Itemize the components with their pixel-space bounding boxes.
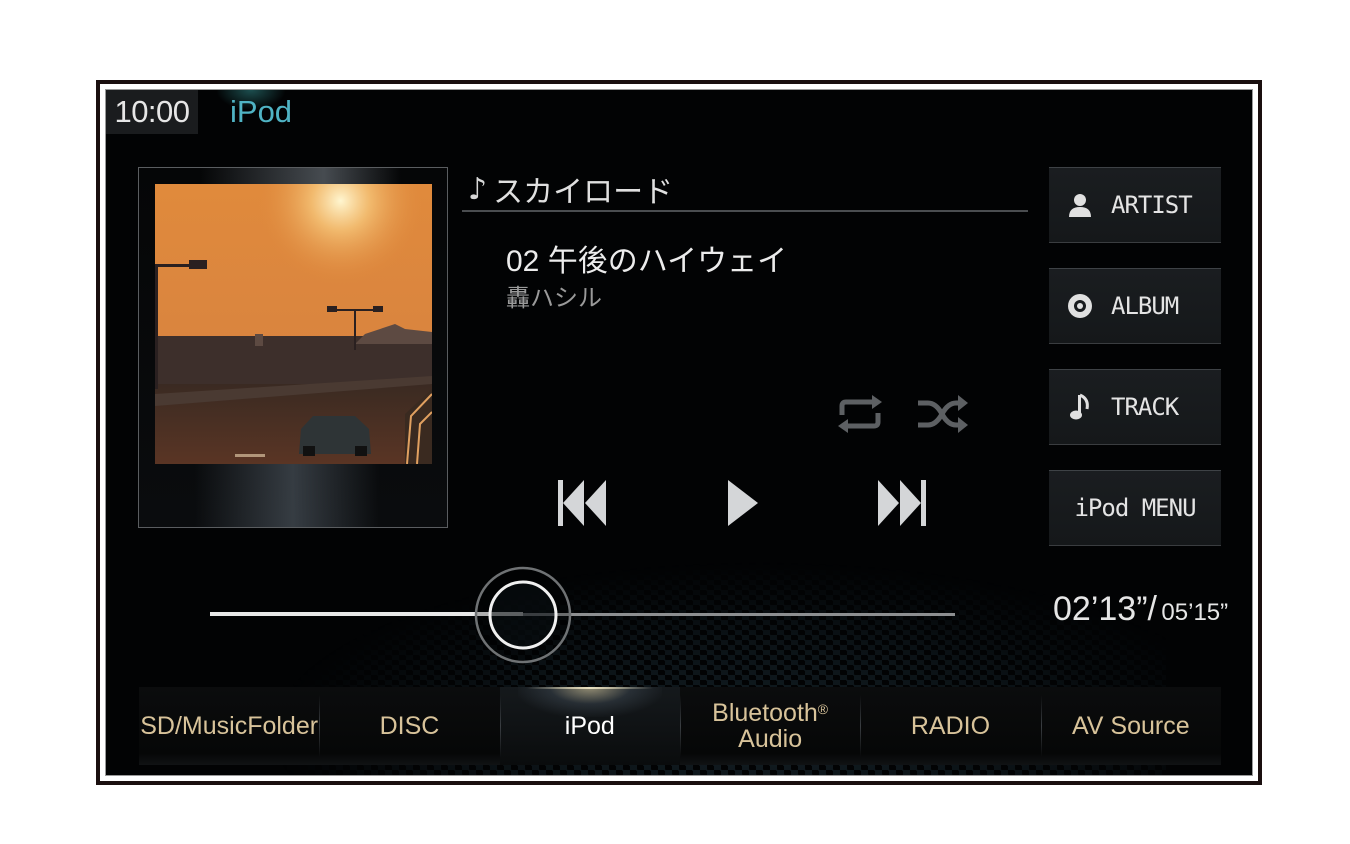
head-unit-screen: 10:00 iPod ♪ スカイロード 02 午後のハイウェイ 轟ハシル 02’… — [105, 89, 1253, 776]
track-name: 午後のハイウェイ — [547, 245, 788, 278]
seek-handle[interactable] — [473, 565, 573, 665]
ipod-menu-button-label: iPod MENU — [1074, 494, 1196, 522]
music-note-icon: ♪ — [468, 171, 488, 207]
seek-handle-icon — [474, 566, 572, 664]
repeat-icon — [838, 395, 882, 433]
source-tab-av-source[interactable]: AV Source — [1040, 687, 1221, 765]
artist-name: 轟ハシル — [506, 284, 602, 312]
disc-icon — [1049, 293, 1111, 319]
source-tab-disc[interactable]: DISC — [319, 687, 500, 765]
trademark-symbol: ® — [817, 701, 829, 717]
current-source-title: iPod — [230, 94, 293, 129]
source-tab-radio[interactable]: RADIO — [860, 687, 1041, 765]
album-button-label: ALBUM — [1111, 292, 1179, 320]
source-tab-label: iPod — [564, 712, 615, 740]
shuffle-button[interactable] — [916, 393, 970, 439]
bluetooth-label-line2: Audio — [738, 725, 803, 753]
artist-button-label: ARTIST — [1111, 191, 1193, 219]
repeat-button[interactable] — [834, 393, 886, 439]
play-button[interactable] — [726, 478, 760, 532]
source-tab-sd-musicfolder[interactable]: SD/MusicFolder — [139, 687, 320, 765]
shuffle-icon — [918, 395, 968, 433]
previous-track-button[interactable] — [556, 478, 608, 532]
active-tab-indicator — [526, 687, 653, 689]
time-separator: / — [1147, 590, 1157, 628]
track-number: 02 — [506, 245, 540, 278]
track-button[interactable]: TRACK — [1049, 369, 1221, 445]
play-icon — [728, 480, 758, 526]
album-art — [155, 184, 432, 464]
person-icon — [1049, 193, 1111, 217]
frame-reflection — [139, 463, 447, 527]
album-button[interactable]: ALBUM — [1049, 268, 1221, 344]
music-note-icon — [1049, 393, 1111, 421]
ipod-menu-button[interactable]: iPod MENU — [1049, 470, 1221, 546]
source-tab-label: RADIO — [910, 712, 991, 740]
skip-next-icon — [878, 480, 926, 526]
elapsed-time: 02’13” — [1053, 590, 1148, 628]
skip-previous-icon — [558, 480, 606, 526]
source-tab-label: Bluetooth® Audio — [712, 700, 828, 752]
album-art-frame — [138, 167, 448, 528]
album-art-image — [155, 184, 432, 464]
source-tab-label: AV Source — [1071, 712, 1190, 740]
bluetooth-label-line1: Bluetooth — [712, 699, 818, 727]
source-bar: SD/MusicFolder DISC iPod Bluetooth® Audi… — [139, 687, 1221, 765]
source-tab-ipod[interactable]: iPod — [499, 687, 680, 765]
album-row: ♪ スカイロード — [462, 168, 1028, 212]
source-tab-label: DISC — [379, 712, 440, 740]
track-title: 02 午後のハイウェイ — [506, 236, 787, 280]
track-button-label: TRACK — [1111, 393, 1179, 421]
source-tab-bluetooth-audio[interactable]: Bluetooth® Audio — [679, 687, 861, 765]
artist-button[interactable]: ARTIST — [1049, 167, 1221, 243]
next-track-button[interactable] — [876, 478, 928, 532]
clock: 10:00 — [106, 90, 198, 134]
time-display: 02’13”/ 05’15” — [1053, 590, 1228, 629]
track-info-panel: ♪ スカイロード 02 午後のハイウェイ 轟ハシル — [462, 168, 1028, 312]
total-time: 05’15” — [1161, 599, 1229, 626]
album-name: スカイロード — [493, 175, 674, 210]
source-tab-label: SD/MusicFolder — [140, 712, 319, 740]
frame-shine — [139, 168, 447, 185]
